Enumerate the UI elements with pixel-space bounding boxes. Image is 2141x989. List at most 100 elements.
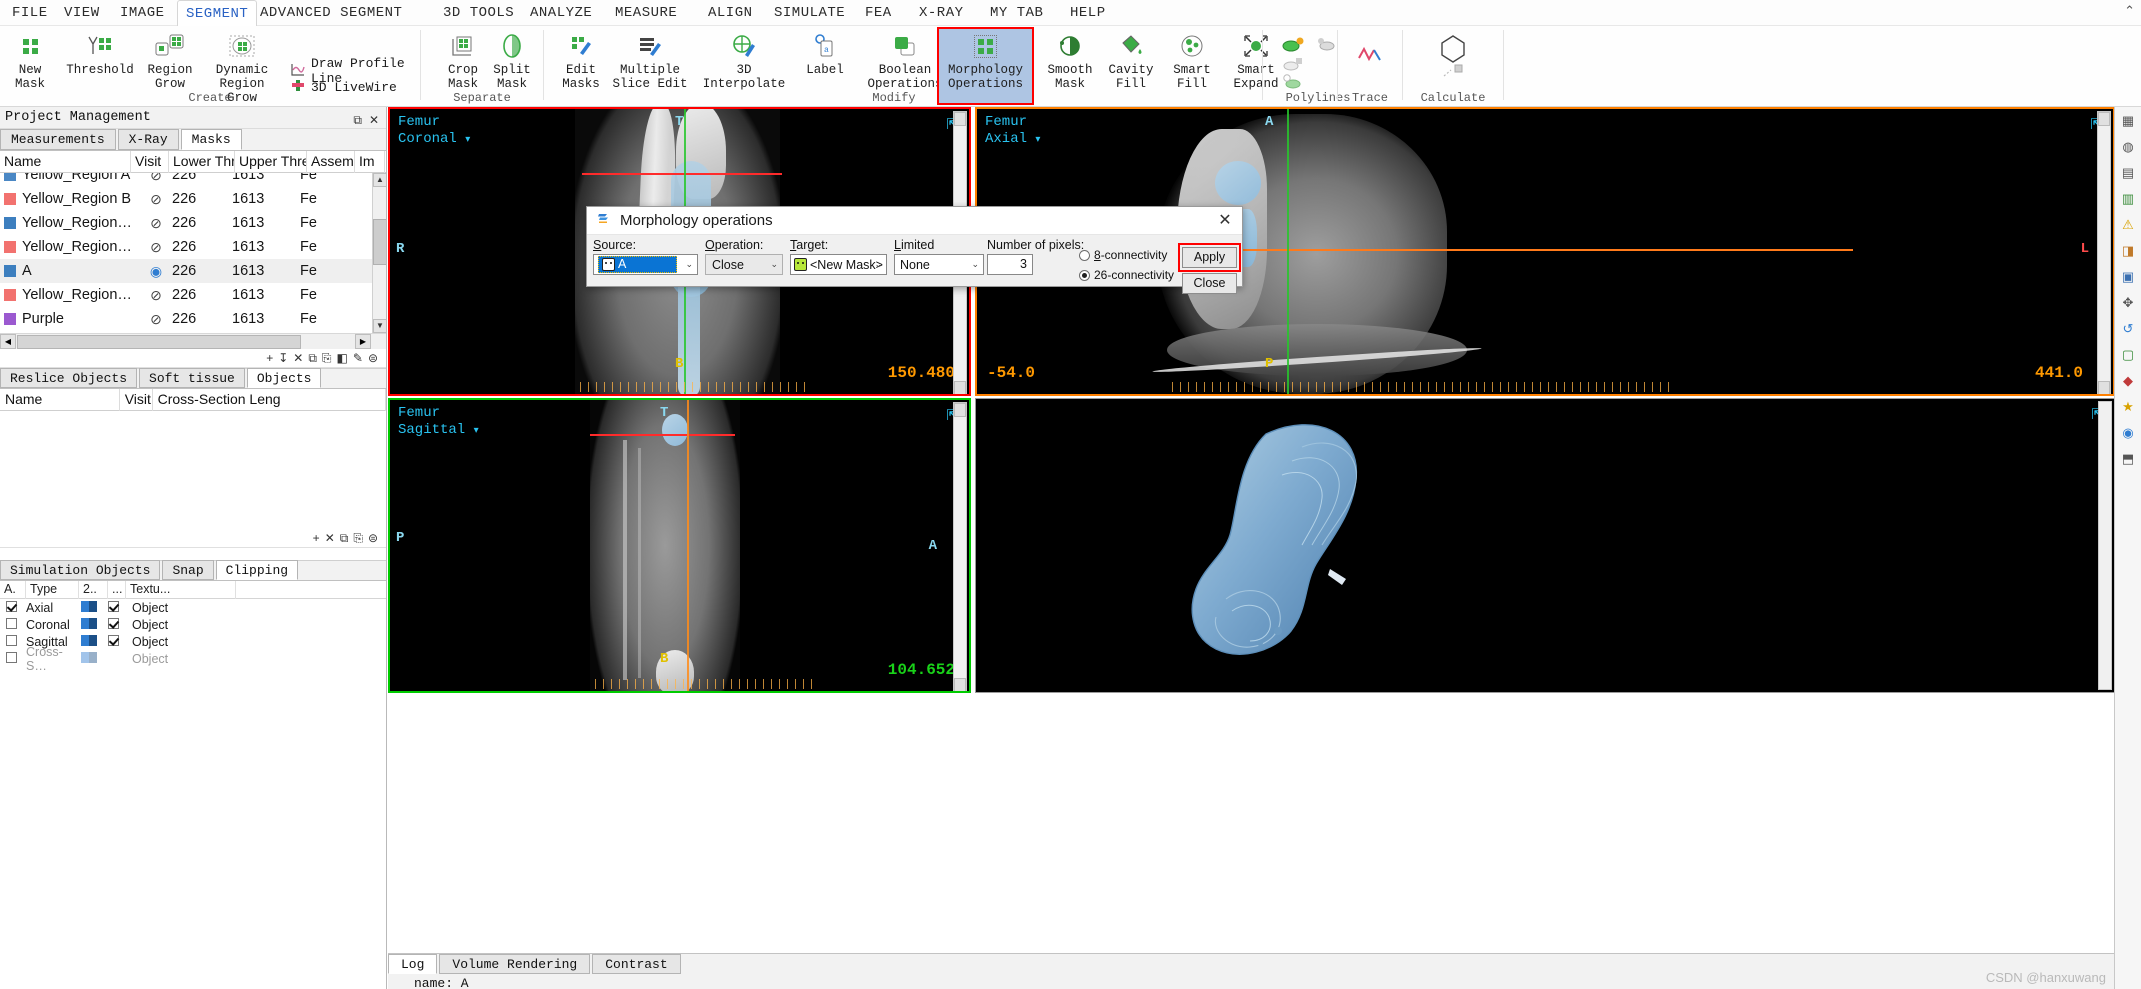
- visibility-icon[interactable]: ⊘: [140, 191, 172, 208]
- table-row[interactable]: Yellow_Region A ⊘ 226 1613 Fe: [0, 173, 386, 187]
- visibility-icon[interactable]: ⊘: [140, 173, 172, 184]
- connectivity-8-radio[interactable]: 8-connectivity: [1079, 248, 1167, 262]
- clipping-active-checkbox[interactable]: [6, 600, 17, 612]
- chevron-down-icon[interactable]: ⌄: [971, 259, 979, 270]
- menu-item-xray[interactable]: X-RAY: [911, 0, 972, 26]
- column-header-reslice-name[interactable]: Name: [0, 388, 120, 411]
- rotate-icon[interactable]: ↺: [2119, 319, 2138, 338]
- connectivity-26-radio[interactable]: 26-connectivity: [1079, 268, 1174, 282]
- column-header-cross-section-length[interactable]: Cross-Section Leng: [153, 388, 386, 411]
- ribbon-button-split-mask[interactable]: Split Mask: [487, 29, 537, 91]
- edit-mask-icon[interactable]: ✎: [353, 351, 363, 365]
- scrollbar-thumb[interactable]: [373, 219, 386, 265]
- viewport-3d[interactable]: ⇱: [975, 398, 2115, 693]
- visibility-icon[interactable]: ◉: [140, 263, 172, 280]
- viewport-scrollbar-axial[interactable]: [2097, 111, 2111, 394]
- column-header-visible[interactable]: Visit: [131, 150, 169, 173]
- ribbon-button-multiple-slice-edit[interactable]: Multiple Slice Edit: [610, 29, 690, 91]
- scroll-left-arrow[interactable]: ◀: [0, 334, 16, 349]
- reslice-objects-list[interactable]: [0, 411, 386, 529]
- duplicate-mask-icon[interactable]: ⧉: [308, 351, 317, 366]
- chevron-down-icon[interactable]: ⌄: [770, 259, 778, 270]
- table-row[interactable]: A ◉ 226 1613 Fe: [0, 259, 386, 283]
- tab-x-ray[interactable]: X-Ray: [117, 129, 179, 150]
- ribbon-button-smooth-mask[interactable]: Smooth Mask: [1040, 29, 1100, 91]
- ribbon-button-new-mask[interactable]: New Mask: [6, 29, 54, 91]
- warning-icon[interactable]: ⚠: [2119, 215, 2138, 234]
- duplicate-reslice-icon[interactable]: ⧉: [340, 531, 349, 546]
- mask-list[interactable]: Yellow_Region A ⊘ 226 1613 Fe Yellow_Reg…: [0, 173, 386, 333]
- table-row[interactable]: Yellow_Region B ⊘ 226 1613 Fe: [0, 187, 386, 211]
- ribbon-button-edit-masks[interactable]: Edit Masks: [554, 29, 608, 91]
- panel-float-icon[interactable]: ⧉: [353, 110, 362, 132]
- eye-icon[interactable]: ◉: [2119, 423, 2138, 442]
- menu-item-advanced-segment[interactable]: ADVANCED SEGMENT: [252, 0, 410, 26]
- tab-contrast[interactable]: Contrast: [592, 954, 681, 974]
- viewport-scrollbar-sagittal[interactable]: [953, 402, 967, 691]
- move-icon[interactable]: ✥: [2119, 293, 2138, 312]
- menu-item-view[interactable]: VIEW: [56, 0, 108, 26]
- ribbon-button-smart-fill[interactable]: Smart Fill: [1164, 29, 1220, 91]
- column-header-2d[interactable]: 2..: [79, 580, 108, 599]
- visibility-icon[interactable]: ⊘: [140, 215, 172, 232]
- panel-close-icon[interactable]: ✕: [369, 110, 379, 132]
- calculate-icon[interactable]: [1431, 32, 1475, 85]
- menu-item-my-tab[interactable]: MY TAB: [982, 0, 1051, 26]
- scroll-up-arrow[interactable]: [2098, 112, 2110, 126]
- trace-icon[interactable]: [1356, 44, 1384, 71]
- clipping-texture-checkbox[interactable]: [108, 600, 119, 612]
- tab-volume-rendering[interactable]: Volume Rendering: [439, 954, 591, 974]
- visibility-icon[interactable]: ⊘: [140, 311, 172, 328]
- visibility-icon[interactable]: ⊘: [140, 287, 172, 304]
- menu-item-help[interactable]: HELP: [1062, 0, 1114, 26]
- sphere-icon[interactable]: ◍: [2119, 137, 2138, 156]
- mask-list-horizontal-scrollbar[interactable]: ◀ ▶: [0, 333, 386, 349]
- column-header-assembly[interactable]: Assem: [307, 150, 355, 173]
- ribbon-button-label-tool[interactable]: a Label: [798, 29, 852, 77]
- menu-collapse-icon[interactable]: ⌃: [2124, 4, 2135, 19]
- menu-item-file[interactable]: FILE: [4, 0, 56, 26]
- column-header-texture[interactable]: Textu...: [126, 580, 236, 599]
- menu-item-segment[interactable]: SEGMENT: [177, 0, 258, 27]
- scroll-up-arrow[interactable]: ▲: [373, 173, 386, 187]
- list-item[interactable]: Axial Object: [0, 599, 386, 616]
- star-icon[interactable]: ★: [2119, 397, 2138, 416]
- tab-soft-tissue[interactable]: Soft tissue: [139, 368, 245, 388]
- copy-reslice-icon[interactable]: ⎘: [353, 531, 363, 546]
- scroll-down-arrow[interactable]: [954, 381, 966, 394]
- ribbon-button-crop-mask[interactable]: Crop Mask: [435, 29, 491, 91]
- clipping-active-checkbox[interactable]: [6, 617, 17, 629]
- close-icon[interactable]: ✕: [1214, 211, 1236, 231]
- column-header-name[interactable]: Name: [0, 150, 131, 173]
- properties-reslice-icon[interactable]: ⊜: [368, 531, 378, 545]
- clipping-texture-checkbox[interactable]: [108, 634, 119, 646]
- tab-objects[interactable]: Objects: [246, 368, 322, 388]
- lock-icon[interactable]: ⬒: [2119, 449, 2138, 468]
- chevron-down-icon[interactable]: ⌄: [685, 259, 693, 270]
- column-header-im[interactable]: Im: [355, 150, 385, 173]
- radio-button[interactable]: [1079, 269, 1090, 281]
- delete-mask-icon[interactable]: ✕: [293, 351, 303, 365]
- list-item[interactable]: Cross-S… Object: [0, 645, 386, 673]
- palette-icon[interactable]: ◨: [2119, 241, 2138, 260]
- add-mask-icon[interactable]: +: [266, 351, 273, 365]
- ribbon-button-cavity-fill[interactable]: Cavity Fill: [1102, 29, 1160, 91]
- clipping-list[interactable]: Axial Object Coronal Object Sagittal Obj…: [0, 599, 386, 673]
- viewport-scrollbar-3d[interactable]: [2098, 401, 2112, 690]
- menu-item-measure[interactable]: MEASURE: [607, 0, 685, 26]
- menu-item-fea[interactable]: FEA: [857, 0, 900, 26]
- table-row[interactable]: Purple ⊘ 226 1613 Fe: [0, 307, 386, 331]
- menu-item-align[interactable]: ALIGN: [700, 0, 761, 26]
- tab-simulation-objects[interactable]: Simulation Objects: [0, 560, 161, 580]
- chevron-down-icon[interactable]: ⌄: [874, 259, 882, 270]
- contrast-mask-icon[interactable]: ◧: [337, 351, 348, 365]
- 3d-bone-model[interactable]: [976, 399, 2114, 692]
- list-item[interactable]: Coronal Object: [0, 616, 386, 633]
- tab-log[interactable]: Log: [388, 954, 438, 974]
- clipping-texture-checkbox[interactable]: [108, 617, 119, 629]
- table-row[interactable]: Yellow_Region… ⊘ 226 1613 Fe: [0, 283, 386, 307]
- menu-item-3d-tools[interactable]: 3D TOOLS: [435, 0, 522, 26]
- ribbon-button-3d-interpolate[interactable]: 3D Interpolate: [692, 29, 796, 91]
- copy-mask-icon[interactable]: ⎘: [322, 351, 332, 366]
- morphology-operations-dialog[interactable]: Morphology operations ✕ Source: A ⌄ Oper…: [586, 206, 1243, 294]
